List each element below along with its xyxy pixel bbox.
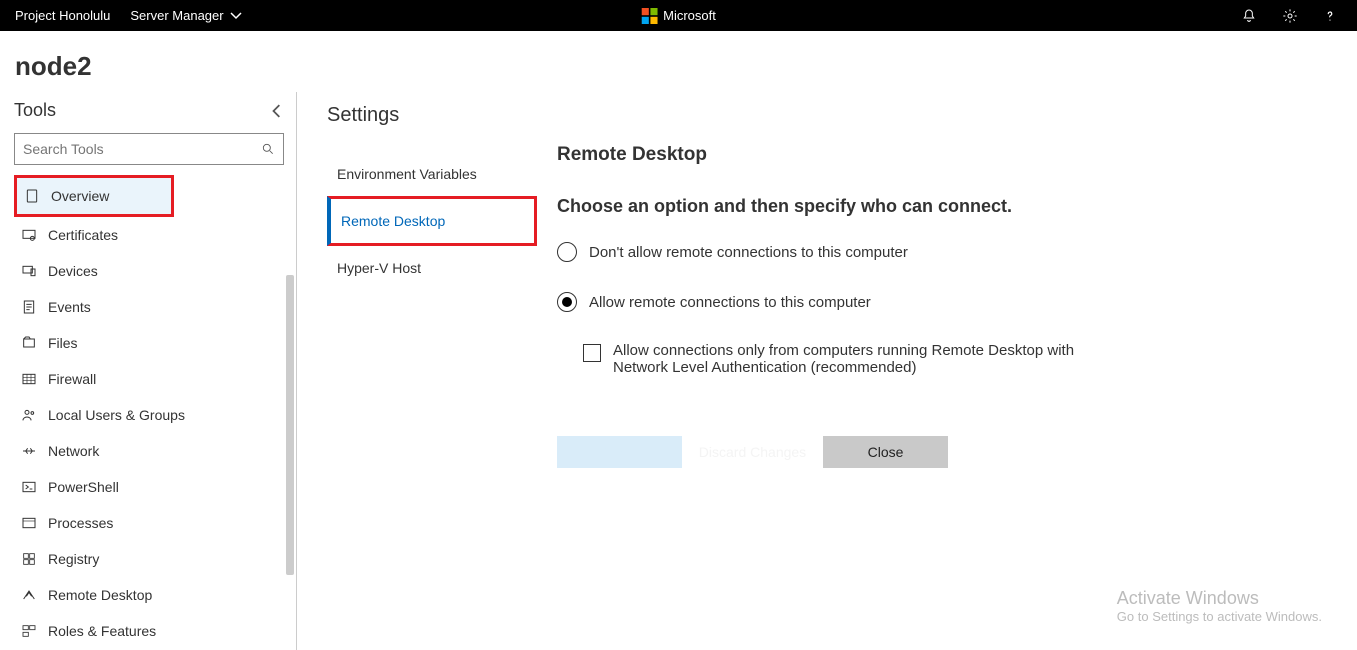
detail-panel: Remote Desktop Choose an option and then… [537,104,1327,638]
detail-heading: Remote Desktop [557,144,1327,166]
radio-deny-remote[interactable]: Don't allow remote connections to this c… [557,242,1327,262]
sidebar-item-devices[interactable]: Devices [14,253,284,289]
sidebar-item-label: Devices [48,263,98,279]
sidebar-item-certificates[interactable]: Certificates [14,217,284,253]
app-name[interactable]: Project Honolulu [15,8,110,23]
powershell-icon [20,478,38,496]
sidebar-item-label: Remote Desktop [48,587,152,603]
firewall-icon [20,370,38,388]
chevron-down-icon [230,10,242,22]
devices-icon [20,262,38,280]
roles-icon [20,622,38,640]
search-tools-box[interactable] [14,133,284,165]
sidebar-item-label: Network [48,443,99,459]
sidebar-item-network[interactable]: Network [14,433,284,469]
tab-remote-desktop[interactable]: Remote Desktop [327,196,537,246]
activate-windows-watermark: Activate Windows Go to Settings to activ… [1117,588,1322,624]
sidebar-item-label: Firewall [48,371,96,387]
checkbox-nla[interactable]: Allow connections only from computers ru… [583,342,1103,376]
gear-icon[interactable] [1282,8,1298,24]
processes-icon [20,514,38,532]
certificates-icon [20,226,38,244]
sidebar-item-remote-desktop[interactable]: Remote Desktop [14,577,284,613]
brand-label: Microsoft [663,8,716,23]
radio-icon [557,292,577,312]
discard-button[interactable]: Discard Changes [690,436,815,468]
sidebar-item-roles-features[interactable]: Roles & Features [14,613,284,649]
save-button[interactable]: Save [557,436,682,468]
sidebar-item-label: Roles & Features [48,623,156,639]
settings-tabs: Settings Environment Variables Remote De… [327,104,537,638]
topbar: Project Honolulu Server Manager Microsof… [0,0,1357,31]
sidebar-item-label: Overview [51,188,109,204]
files-icon [20,334,38,352]
sidebar-item-users[interactable]: Local Users & Groups [14,397,284,433]
detail-subheading: Choose an option and then specify who ca… [557,196,1327,217]
sidebar-item-label: Local Users & Groups [48,407,185,423]
scrollbar[interactable] [286,275,294,575]
sidebar-item-label: Files [48,335,78,351]
events-icon [20,298,38,316]
checkbox-icon [583,344,601,362]
server-name-heading: node2 [0,31,1357,92]
search-icon [261,142,275,156]
radio-label: Allow remote connections to this compute… [589,294,871,311]
sidebar-item-label: PowerShell [48,479,119,495]
overview-icon [23,187,41,205]
sidebar-item-files[interactable]: Files [14,325,284,361]
remote-desktop-icon [20,586,38,604]
button-row: Save Discard Changes Close [557,436,1327,468]
brand: Microsoft [641,8,716,24]
sidebar-item-registry[interactable]: Registry [14,541,284,577]
network-icon [20,442,38,460]
tools-list: Overview Certificates Devices Events Fil… [14,175,284,649]
content: Settings Environment Variables Remote De… [297,92,1357,650]
radio-label: Don't allow remote connections to this c… [589,244,908,261]
sidebar-item-events[interactable]: Events [14,289,284,325]
bell-icon[interactable] [1241,8,1257,24]
radio-icon [557,242,577,262]
sidebar-item-firewall[interactable]: Firewall [14,361,284,397]
sidebar-item-powershell[interactable]: PowerShell [14,469,284,505]
tab-env-vars[interactable]: Environment Variables [327,152,537,196]
help-icon[interactable] [1323,8,1337,24]
sidebar-item-overview[interactable]: Overview [14,175,174,217]
settings-title: Settings [327,104,537,127]
watermark-line2: Go to Settings to activate Windows. [1117,609,1322,624]
users-icon [20,406,38,424]
radio-allow-remote[interactable]: Allow remote connections to this compute… [557,292,1327,312]
watermark-line1: Activate Windows [1117,588,1322,609]
registry-icon [20,550,38,568]
tab-hyperv-host[interactable]: Hyper-V Host [327,246,537,290]
sidebar-item-label: Events [48,299,91,315]
sidebar-item-processes[interactable]: Processes [14,505,284,541]
tools-title: Tools [14,100,56,121]
checkbox-label: Allow connections only from computers ru… [613,342,1103,376]
sidebar-item-label: Certificates [48,227,118,243]
close-button[interactable]: Close [823,436,948,468]
sidebar-item-label: Registry [48,551,99,567]
microsoft-logo-icon [641,8,657,24]
chevron-left-icon[interactable] [270,104,284,118]
tools-sidebar: Tools Overview Certificates Devices Even… [0,92,297,650]
module-dropdown[interactable]: Server Manager [130,8,241,23]
sidebar-item-label: Processes [48,515,113,531]
module-label: Server Manager [130,8,223,23]
search-input[interactable] [23,141,261,157]
